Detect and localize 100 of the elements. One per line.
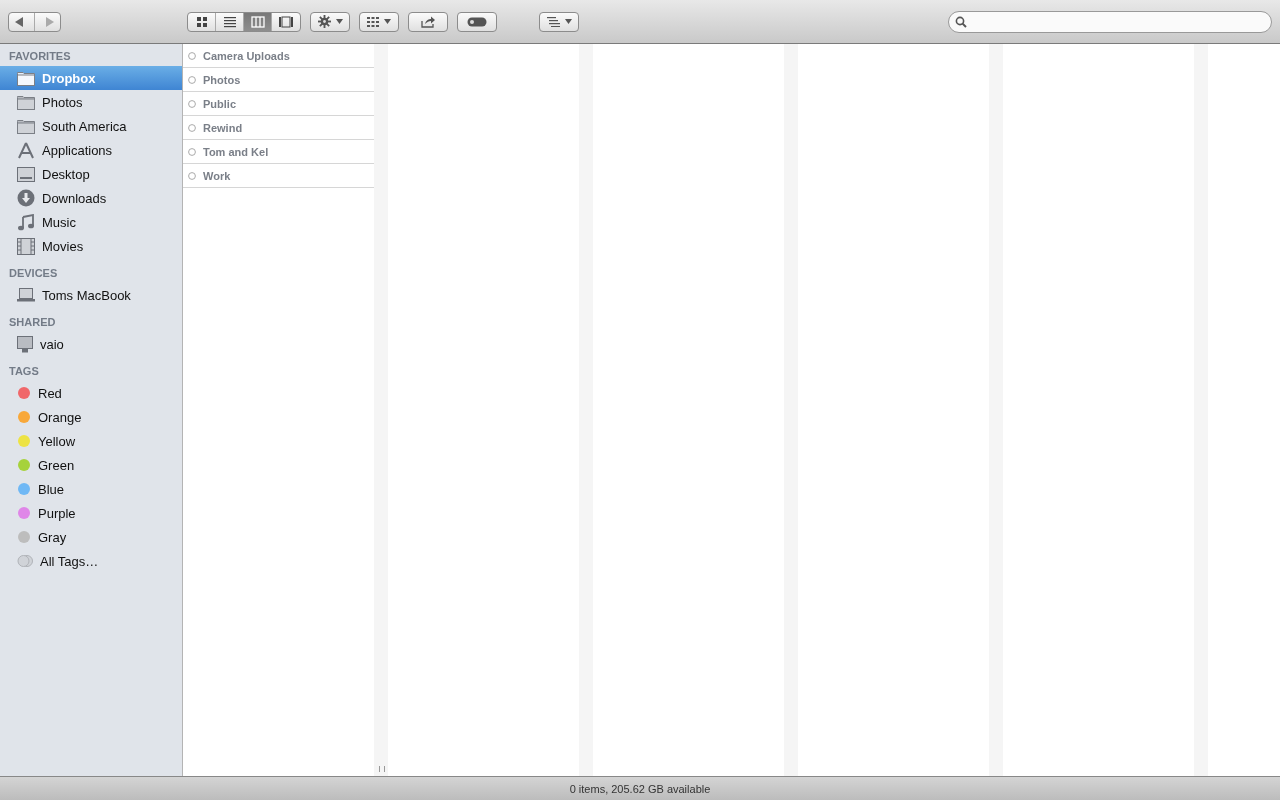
item-label: Dropbox xyxy=(42,70,96,86)
item-label: Toms MacBook xyxy=(42,287,131,303)
status-circle-icon xyxy=(188,147,196,156)
dropbox-menu-button[interactable] xyxy=(539,11,579,32)
item-label: vaio xyxy=(40,336,64,352)
tag-dot-icon xyxy=(17,386,31,400)
status-circle-icon xyxy=(188,99,196,108)
share-icon xyxy=(420,15,436,28)
laptop-icon xyxy=(17,288,35,302)
monitor-icon xyxy=(17,335,33,353)
search-icon xyxy=(955,15,967,28)
tag-dot-icon xyxy=(17,530,31,544)
sidebar-item[interactable]: Toms MacBook xyxy=(0,283,182,307)
tag-dot-icon xyxy=(17,410,31,424)
folder-name: Rewind xyxy=(203,121,243,134)
columns-view-button[interactable] xyxy=(244,12,272,31)
sidebar-item[interactable]: Green xyxy=(0,453,182,477)
section-header: TAGS xyxy=(8,364,40,378)
folder-icon xyxy=(17,70,35,86)
folder-row[interactable]: Public xyxy=(183,92,374,116)
status-circle-icon xyxy=(188,123,196,132)
item-label: Movies xyxy=(42,238,84,254)
item-label: Gray xyxy=(38,529,67,545)
caret-icon xyxy=(384,19,391,24)
folder-name: Public xyxy=(203,97,236,110)
sidebar-item[interactable]: Movies xyxy=(0,234,182,258)
download-icon xyxy=(17,189,35,207)
sidebar-item[interactable]: Orange xyxy=(0,405,182,429)
item-label: Orange xyxy=(38,409,82,425)
status-circle-icon xyxy=(188,171,196,180)
film-icon xyxy=(17,237,35,255)
status-text: 0 items, 205.62 GB available xyxy=(569,782,711,795)
item-label: Red xyxy=(38,385,62,401)
tag-button[interactable] xyxy=(457,11,497,32)
list-lines-icon xyxy=(222,15,237,28)
sidebar-item[interactable]: Desktop xyxy=(0,162,182,186)
share-button[interactable] xyxy=(408,11,448,32)
sidebar-item[interactable]: Music xyxy=(0,210,182,234)
gear-icon xyxy=(317,15,331,28)
tag-dot-icon xyxy=(17,434,31,448)
sidebar-item[interactable]: Applications xyxy=(0,138,182,162)
item-label: Yellow xyxy=(38,433,76,449)
folder-row[interactable]: Rewind xyxy=(183,116,374,140)
columns-icon xyxy=(250,15,265,28)
item-label: All Tags… xyxy=(40,553,99,569)
item-label: Music xyxy=(42,214,76,230)
section-header: FAVORITES xyxy=(8,49,72,63)
sidebar-item[interactable]: Downloads xyxy=(0,186,182,210)
back-forward-buttons[interactable] xyxy=(8,11,61,32)
status-circle-icon xyxy=(188,75,196,84)
view-switcher[interactable] xyxy=(187,11,301,32)
sidebar-item[interactable]: Purple xyxy=(0,501,182,525)
section-header: DEVICES xyxy=(8,266,59,280)
apps-icon xyxy=(17,141,35,159)
arrange-button[interactable] xyxy=(359,11,399,32)
folder-icon xyxy=(17,118,35,134)
folder-row[interactable]: Camera Uploads xyxy=(183,44,374,68)
folder-row[interactable]: Work xyxy=(183,164,374,188)
caret-icon xyxy=(335,19,343,24)
sidebar-item[interactable]: Blue xyxy=(0,477,182,501)
folder-name: Photos xyxy=(203,73,241,86)
tag-dot-icon xyxy=(17,482,31,496)
music-note-icon xyxy=(17,213,35,231)
grid-icon xyxy=(367,16,379,27)
caret-icon xyxy=(564,19,572,24)
search-field[interactable] xyxy=(948,10,1272,33)
item-label: Downloads xyxy=(42,190,107,206)
tag-icon xyxy=(467,16,487,27)
item-label: Desktop xyxy=(42,166,90,182)
folder-row[interactable]: Tom and Kel xyxy=(183,140,374,164)
folder-name: Work xyxy=(203,169,231,182)
column-resize-handle[interactable] xyxy=(379,766,385,772)
sidebar-item[interactable]: Yellow xyxy=(0,429,182,453)
item-label: South America xyxy=(42,118,127,134)
status-circle-icon xyxy=(188,51,196,60)
item-label: Blue xyxy=(38,481,65,497)
folder-icon xyxy=(17,94,35,110)
sidebar-item[interactable]: Photos xyxy=(0,90,182,114)
icon-grid-icon xyxy=(194,15,209,28)
item-label: Green xyxy=(38,457,75,473)
all-tags-icon xyxy=(17,554,33,568)
back-icon[interactable] xyxy=(14,16,24,27)
sidebar-item[interactable]: Red xyxy=(0,381,182,405)
item-label: Purple xyxy=(38,505,76,521)
item-label: Applications xyxy=(42,142,113,158)
section-header: SHARED xyxy=(8,315,57,329)
folder-name: Tom and Kel xyxy=(203,145,269,158)
sidebar-item[interactable]: Gray xyxy=(0,525,182,549)
tag-dot-icon xyxy=(17,458,31,472)
list-icon xyxy=(546,16,560,27)
item-label: Photos xyxy=(42,94,83,110)
sidebar-item[interactable]: South America xyxy=(0,114,182,138)
desktop-icon xyxy=(17,166,35,182)
folder-row[interactable]: Photos xyxy=(183,68,374,92)
folder-name: Camera Uploads xyxy=(203,49,290,62)
sidebar-item[interactable]: All Tags… xyxy=(0,549,182,573)
cover-flow-icon xyxy=(279,15,293,28)
sidebar-item[interactable]: vaio xyxy=(0,332,182,356)
action-button[interactable] xyxy=(310,11,350,32)
tag-dot-icon xyxy=(17,506,31,520)
